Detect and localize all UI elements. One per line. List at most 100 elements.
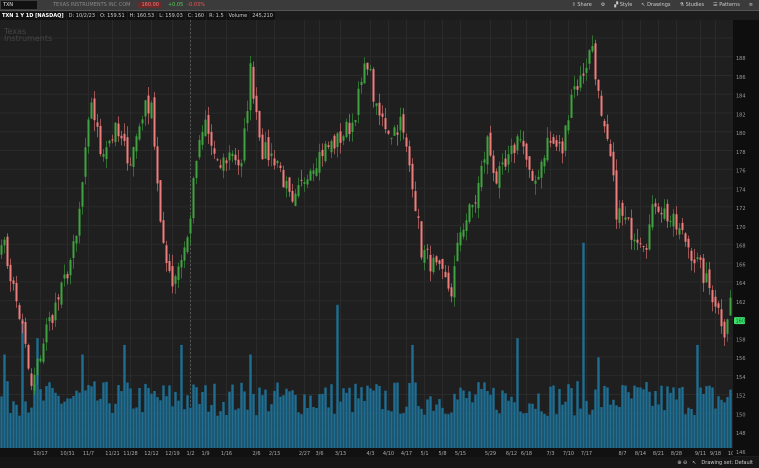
candle-body (342, 136, 345, 141)
share-button[interactable]: ⇪ Share (572, 2, 592, 8)
candle-body (639, 243, 642, 245)
price-chart[interactable] (0, 20, 734, 448)
candle-body (24, 321, 27, 344)
volume-bar (228, 391, 231, 448)
volume-bar (618, 406, 621, 448)
volume-bar (321, 393, 324, 448)
candle-body (129, 164, 132, 166)
drawings-button[interactable]: ↖ Drawings (641, 2, 670, 8)
volume-bar (21, 319, 24, 448)
time-axis[interactable]: 10/17 10/31 11/7 11/21 11/28 12/12 12/19 1/2 1/9… (0, 448, 739, 457)
candle-body (306, 179, 309, 185)
candle-body (234, 154, 237, 161)
volume-bar (375, 384, 378, 448)
volume-bar (3, 354, 6, 448)
candle-body (48, 317, 51, 322)
volume-bar (207, 411, 210, 448)
candle-body (447, 272, 450, 289)
candle-body (69, 260, 72, 276)
volume-bar (549, 386, 552, 448)
share-label: Share (577, 2, 592, 8)
zoom-icon[interactable]: ⊕ ⊖ (677, 460, 687, 466)
volume-bar (261, 395, 264, 448)
candle-body (378, 102, 381, 116)
volume-bar (486, 391, 489, 448)
volume-bar (408, 383, 411, 448)
candle-body (222, 157, 225, 171)
volume-bar (609, 404, 612, 448)
chart-area[interactable] (0, 20, 734, 448)
chart-title: TXN 1 Y 1D [NASDAQ] (0, 11, 66, 20)
y-tick-label: 170 (736, 225, 746, 231)
volume-bar (39, 389, 42, 448)
info-row: TXN 1 Y 1D [NASDAQ] D: 10/2/23 O: 159.51… (0, 11, 275, 20)
volume-bar (453, 393, 456, 448)
volume-bar (105, 381, 108, 448)
candle-body (369, 69, 372, 71)
volume-bar (330, 384, 333, 448)
candle-body (294, 193, 297, 206)
volume-bar (156, 397, 159, 448)
candle-body (465, 220, 468, 231)
candle-body (588, 50, 591, 64)
candle-body (336, 133, 339, 148)
info-close: C: 160 (185, 11, 207, 20)
price-axis[interactable]: 146 148 150 152 154 156 158 160 162 164 166 168 170 1… (733, 20, 759, 456)
candle-body (246, 111, 249, 124)
candle-body (201, 132, 204, 145)
volume-bar (435, 404, 438, 448)
y-tick-label: 176 (736, 169, 746, 175)
drawing-set-label[interactable]: Drawing set: Default (701, 460, 753, 466)
price-change: +0.05 (167, 2, 184, 8)
studies-button[interactable]: ⚗ Studies (679, 2, 704, 8)
volume-bar (630, 398, 633, 448)
candle-body (561, 141, 564, 154)
cursor-icon[interactable]: ↖ (692, 460, 696, 466)
volume-bar (642, 389, 645, 448)
volume-bar (243, 391, 246, 448)
volume-bar (42, 400, 45, 448)
volume-bar (69, 398, 72, 448)
volume-bar (27, 412, 30, 448)
candle-body (291, 190, 294, 202)
volume-bar (507, 400, 510, 448)
volume-bar (633, 385, 636, 448)
volume-bar (621, 385, 624, 448)
volume-bar (588, 414, 591, 448)
volume-bar (237, 408, 240, 448)
volume-bar (252, 393, 255, 448)
candle-body (699, 257, 702, 260)
volume-bar (483, 382, 486, 448)
volume-bar (360, 387, 363, 448)
volume-bar (591, 409, 594, 448)
volume-bar (366, 385, 369, 448)
volume-bar (468, 391, 471, 448)
volume-bar (219, 411, 222, 448)
volume-bar (216, 415, 219, 448)
volume-bar (420, 408, 423, 448)
candle-body (114, 122, 117, 143)
candle-body (576, 86, 579, 90)
candle-body (261, 134, 264, 160)
symbol-input[interactable] (1, 1, 37, 9)
menu-icon[interactable]: ≡ (749, 2, 753, 8)
style-button[interactable]: ▞ Style (614, 2, 632, 8)
volume-bar (78, 392, 81, 448)
patterns-button[interactable]: ☰ Patterns (713, 2, 740, 8)
candle-body (285, 181, 288, 189)
candle-body (33, 374, 36, 391)
candle-body (546, 137, 549, 161)
gear-icon[interactable]: ⚙ (601, 2, 605, 8)
volume-bar (387, 410, 390, 448)
candle-body (276, 160, 279, 164)
volume-bar (576, 381, 579, 448)
candle-body (675, 214, 678, 230)
y-tick-label: 188 (736, 56, 746, 62)
candle-body (627, 217, 630, 219)
candle-body (192, 178, 195, 219)
volume-bar (459, 387, 462, 448)
candle-body (27, 344, 30, 369)
volume-bar (96, 400, 99, 448)
volume-bar (348, 387, 351, 448)
volume-bar (411, 344, 414, 448)
